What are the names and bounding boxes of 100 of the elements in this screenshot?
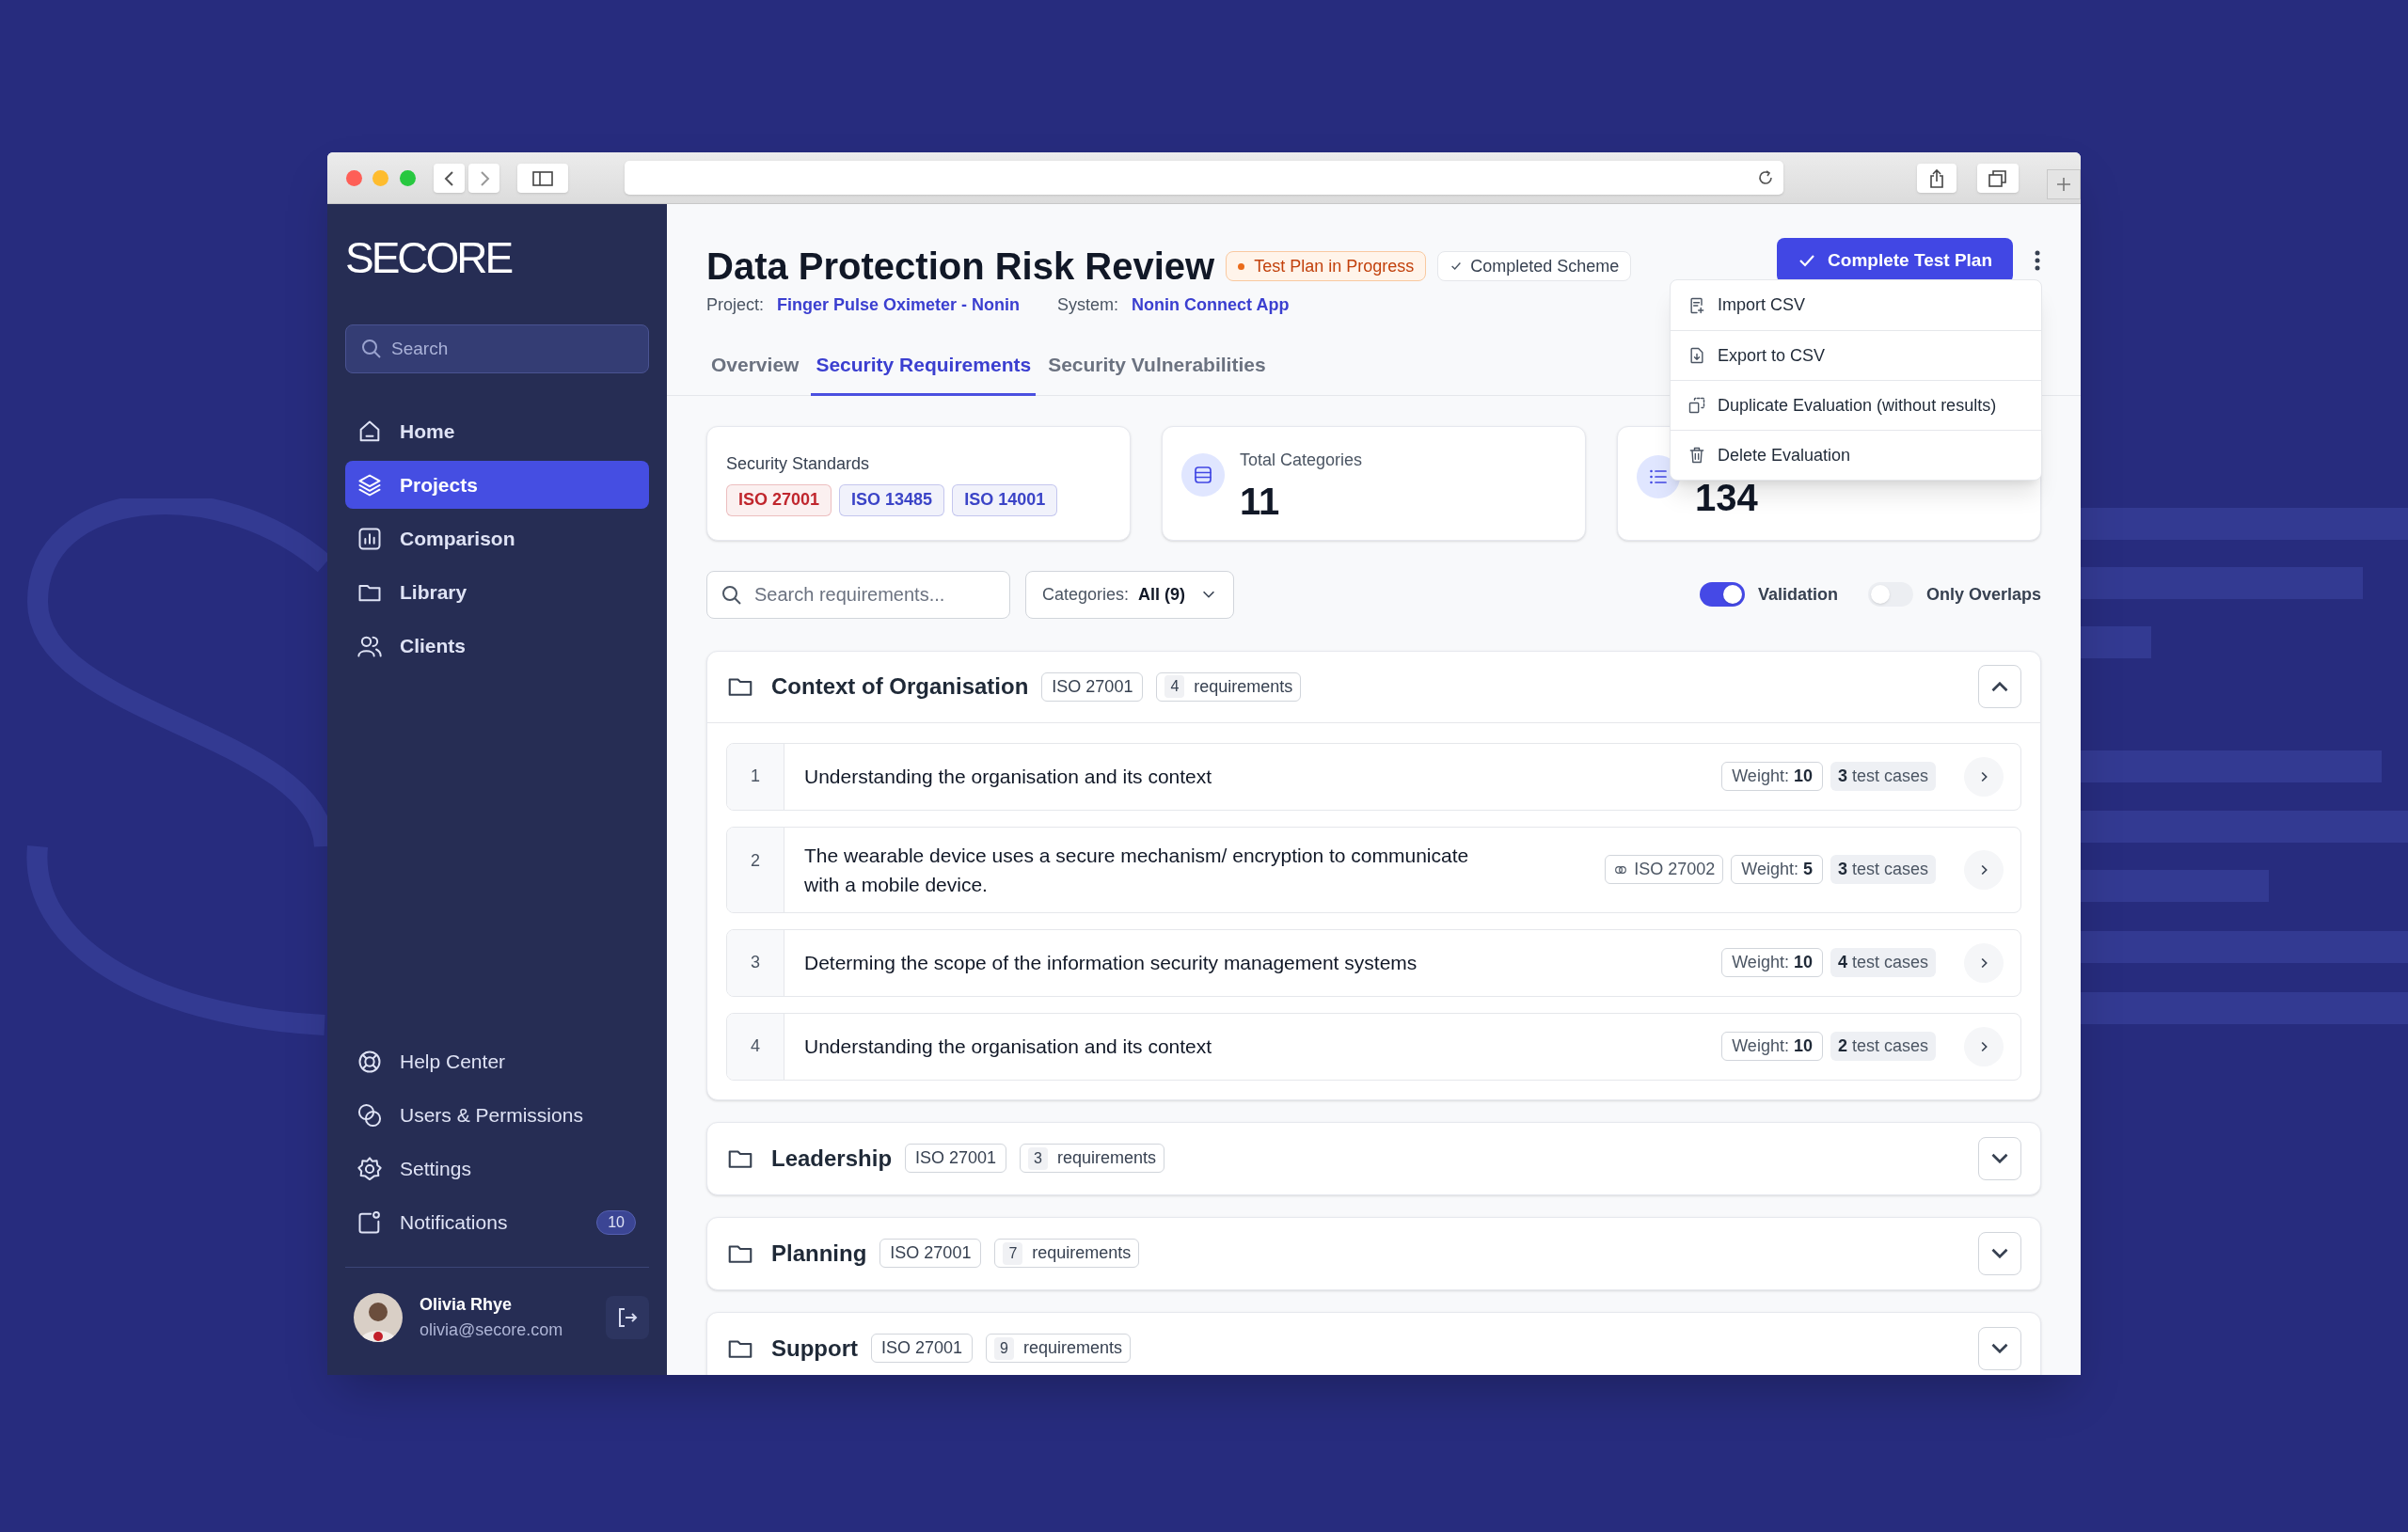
- meta-link[interactable]: Finger Pulse Oximeter - Nonin: [777, 292, 1021, 318]
- tab[interactable]: Overview: [706, 346, 804, 396]
- category-title: Context of Organisation: [771, 672, 1029, 701]
- menu-item[interactable]: Export to CSV: [1671, 330, 2041, 380]
- nav-item[interactable]: Users & Permissions: [356, 1099, 638, 1130]
- categories-dropdown[interactable]: Categories: All (9): [1025, 570, 1235, 619]
- share-button[interactable]: [1917, 164, 1956, 193]
- reload-icon[interactable]: [1757, 169, 1774, 186]
- meta-label: Project:: [706, 294, 765, 316]
- document-download-icon: [1687, 346, 1706, 365]
- document-plus-icon: [1687, 295, 1706, 315]
- toggle-switch[interactable]: [1867, 582, 1913, 607]
- chevron-up-icon: [1991, 681, 2008, 692]
- stat-value: 11: [1240, 479, 1281, 524]
- stat-label: Total Categories: [1240, 449, 1363, 471]
- logout-icon: [617, 1307, 638, 1328]
- toggle-switch[interactable]: [1699, 582, 1745, 607]
- requirement-row[interactable]: 3 Determing the scope of the information security management systems Weight: 10 4 test cases: [726, 928, 2021, 997]
- sidebar-toggle-button[interactable]: [517, 164, 568, 193]
- card-label: Security Standards: [726, 453, 870, 473]
- sidebar-icon: [532, 170, 553, 186]
- standard-tag: ISO 27001: [905, 1144, 1007, 1173]
- standard-tag: ISO 27001: [871, 1334, 974, 1363]
- nav-item[interactable]: Clients: [345, 622, 649, 670]
- search-field[interactable]: Search: [345, 324, 649, 373]
- logo: SECORE: [345, 233, 512, 282]
- tab[interactable]: Security Requirements: [811, 346, 1037, 396]
- reference-tag: ISO 27002: [1605, 855, 1724, 884]
- chevron-down-icon: [1991, 1343, 2008, 1353]
- collapse-button[interactable]: [1978, 1326, 2021, 1370]
- row-number: 3: [751, 952, 760, 973]
- test-cases-tag: 3 test cases: [1830, 855, 1936, 884]
- tabs-button[interactable]: [1977, 164, 2019, 193]
- chevron-down-icon: [1991, 1248, 2008, 1258]
- toggle-label: Validation: [1757, 583, 1838, 606]
- requirement-row[interactable]: 2 The wearable device uses a secure mechanism/ encryption to communicate with a mobile device. ISO 27002 Weight: 5 3 test cases: [726, 826, 2021, 913]
- new-tab-button[interactable]: [2047, 169, 2081, 199]
- test-cases-tag: 2 test cases: [1830, 1032, 1936, 1061]
- notification-count: 10: [596, 1209, 636, 1235]
- weight-tag: Weight: 10: [1721, 762, 1823, 791]
- test-cases-tag: 3 test cases: [1830, 762, 1936, 791]
- nav-item[interactable]: Library: [345, 568, 649, 616]
- user-email: olivia@secore.com: [420, 1319, 564, 1341]
- count-tag: 7 requirements: [994, 1239, 1140, 1268]
- more-options-icon[interactable]: [2034, 249, 2041, 272]
- row-number: 4: [751, 1035, 760, 1057]
- standard-tag: ISO 14001: [952, 483, 1058, 516]
- status-badge: Test Plan in Progress: [1226, 251, 1427, 281]
- collapse-button[interactable]: [1978, 1231, 2021, 1275]
- category-title: Support: [771, 1334, 858, 1363]
- standard-tag: ISO 27001: [726, 483, 832, 516]
- test-cases-tag: 4 test cases: [1830, 948, 1936, 977]
- chevron-left-icon: [442, 169, 456, 187]
- nav-item[interactable]: Projects: [345, 461, 649, 509]
- nav-item[interactable]: Comparison: [345, 514, 649, 562]
- requirement-row[interactable]: 4 Understanding the organisation and its context Weight: 10 2 test cases: [726, 1012, 2021, 1081]
- requirement-text: Determing the scope of the information security management systems: [804, 951, 1418, 975]
- logout-button[interactable]: [606, 1296, 649, 1339]
- nav-item[interactable]: Home: [345, 407, 649, 455]
- row-number: 1: [751, 766, 760, 787]
- standard-tag: ISO 27001: [879, 1239, 982, 1268]
- nav-item[interactable]: Settings: [356, 1153, 638, 1184]
- category-title: Planning: [771, 1239, 867, 1268]
- status-badge: Completed Scheme: [1437, 251, 1632, 281]
- settings-icon: [356, 1155, 383, 1182]
- plus-icon: [2056, 177, 2071, 192]
- copy-icon: [1687, 396, 1706, 415]
- weight-tag: Weight: 10: [1721, 1032, 1823, 1061]
- menu-item[interactable]: Delete Evaluation: [1671, 430, 2041, 480]
- requirement-row[interactable]: 1 Understanding the organisation and its context Weight: 10 3 test cases: [726, 742, 2021, 811]
- back-button[interactable]: [434, 164, 465, 193]
- overlapping-circles-icon: [356, 1101, 383, 1129]
- user-name: Olivia Rhye: [420, 1294, 514, 1316]
- tab[interactable]: Security Vulnerabilities: [1043, 346, 1271, 396]
- tabs-icon: [1988, 169, 2007, 187]
- requirement-text: Understanding the organisation and its context: [804, 765, 1212, 789]
- weight-tag: Weight: 10: [1721, 948, 1823, 977]
- menu-item[interactable]: Duplicate Evaluation (without results): [1671, 380, 2041, 430]
- standard-tag: ISO 13485: [839, 483, 945, 516]
- requirement-text: The wearable device uses a secure mechanism/ encryption to communicate with a mobile device.: [804, 843, 1470, 897]
- page-title: Data Protection Risk Review: [706, 245, 1215, 289]
- collapse-button[interactable]: [1978, 1136, 2021, 1180]
- share-icon: [1929, 168, 1944, 188]
- collapse-button[interactable]: [1978, 665, 2021, 708]
- trash-icon: [1687, 446, 1706, 465]
- meta-label: System:: [1057, 294, 1119, 316]
- count-tag: 3 requirements: [1020, 1144, 1165, 1173]
- requirement-text: Understanding the organisation and its context: [804, 1034, 1212, 1059]
- row-number: 2: [751, 849, 760, 872]
- nav-item[interactable]: Notifications: [356, 1207, 580, 1238]
- meta-link[interactable]: Nonin Connect App: [1132, 292, 1290, 318]
- nav-item[interactable]: Help Center: [356, 1046, 638, 1077]
- count-tag: 9 requirements: [986, 1334, 1131, 1363]
- menu-item[interactable]: Import CSV: [1671, 280, 2041, 330]
- chevron-down-icon: [1991, 1153, 2008, 1163]
- user-avatar: [354, 1293, 403, 1342]
- notification-icon: [356, 1208, 383, 1236]
- weight-tag: Weight: 5: [1731, 855, 1823, 884]
- toggle-label: Only Overlaps: [1925, 583, 2041, 606]
- category-title: Leadership: [771, 1144, 893, 1173]
